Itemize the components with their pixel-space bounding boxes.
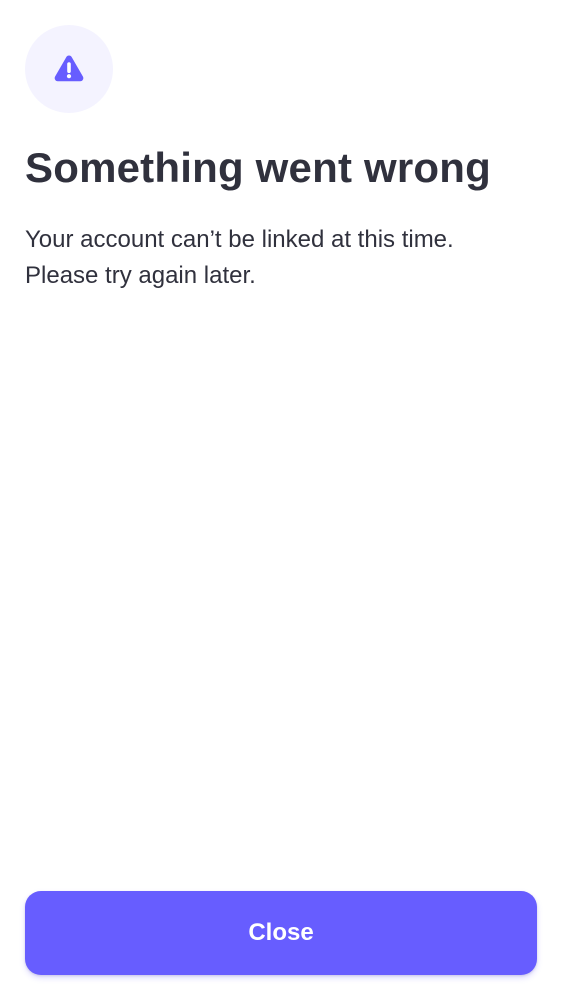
- warning-icon-container: [25, 25, 113, 113]
- close-button[interactable]: Close: [25, 891, 537, 975]
- error-message-line-1: Your account can’t be linked at this tim…: [25, 226, 454, 253]
- page-title: Something went wrong: [25, 144, 491, 191]
- warning-triangle-icon: [54, 55, 84, 82]
- error-message: Your account can’t be linked at this tim…: [25, 222, 535, 294]
- error-screen: Something went wrong Your account can’t …: [0, 0, 562, 1000]
- error-message-line-2: Please try again later.: [25, 262, 256, 289]
